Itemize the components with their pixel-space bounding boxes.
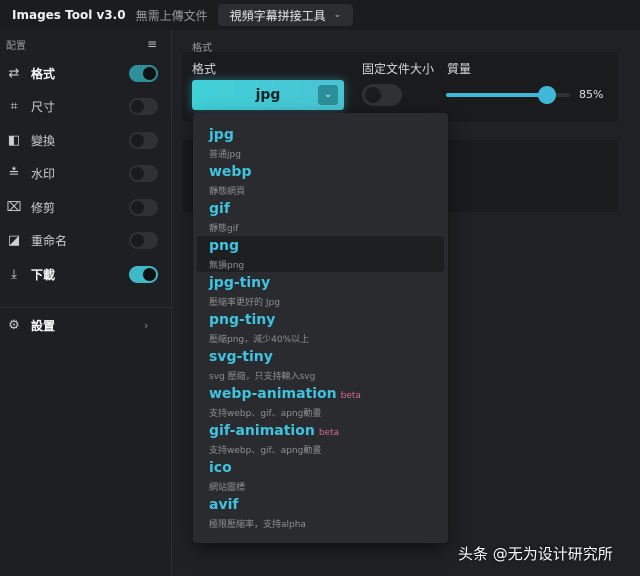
download-toggle[interactable]	[129, 265, 158, 283]
chevron-right-icon: ›	[144, 318, 149, 332]
sidebar-item-rename[interactable]: ◪ 重命名	[0, 225, 172, 255]
sidebar-item-transform[interactable]: ◧ 變換	[0, 125, 172, 155]
format-label: 格式	[192, 62, 217, 76]
option-description: 支持webp、gif、apng動畫	[209, 409, 322, 419]
option-name: webp-animation beta	[209, 386, 361, 402]
quality-value: 85%	[579, 88, 604, 101]
top-bar: Images Tool v3.0 無需上傳文件 視頻字幕拼接工具 ⌄	[0, 0, 640, 30]
format-option-jpg[interactable]: jpg 普通jpg	[197, 125, 444, 161]
option-description: 靜態網頁	[209, 187, 246, 197]
sidebar-item-label: 設置	[31, 318, 56, 333]
menu-icon[interactable]: ≡	[147, 37, 157, 51]
sidebar-item-label: 水印	[31, 166, 56, 181]
sidebar-item-download[interactable]: ⤓ 下載	[0, 259, 172, 289]
format-option-svg-tiny[interactable]: svg-tiny svg 壓縮，只支持輸入svg	[197, 347, 444, 383]
option-name: webp	[209, 164, 252, 180]
option-name: avif	[209, 497, 239, 513]
rename-toggle[interactable]	[129, 231, 158, 249]
fixed-size-label: 固定文件大小	[362, 62, 435, 76]
crop-icon: ⌧	[6, 199, 22, 215]
watermark: 头条 @无为设计研究所	[458, 545, 613, 563]
format-dropdown-menu: jpg 普通jpg webp 靜態網頁 gif 靜態gif png 無損png …	[193, 113, 448, 543]
beta-badge: beta	[340, 391, 361, 401]
sidebar-item-label: 重命名	[31, 233, 68, 248]
watermark-toggle[interactable]	[129, 164, 158, 182]
resize-icon: ⌗	[10, 98, 18, 114]
swap-icon: ⇄	[8, 65, 20, 81]
format-option-webp[interactable]: webp 靜態網頁	[197, 162, 444, 198]
sidebar-item-size[interactable]: ⌗ 尺寸	[0, 91, 172, 121]
beta-badge: beta	[318, 428, 340, 438]
watermark-icon: ≛	[8, 165, 20, 181]
sidebar-item-crop[interactable]: ⌧ 修剪	[0, 192, 172, 222]
option-name: jpg	[209, 127, 234, 143]
format-option-png[interactable]: png 無損png	[197, 236, 444, 272]
quality-slider-thumb[interactable]	[538, 86, 556, 104]
sidebar-item-format[interactable]: ⇄ 格式	[0, 58, 172, 88]
sidebar-item-label: 下載	[31, 267, 56, 282]
format-option-avif[interactable]: avif 極限壓縮率，支持alpha	[197, 495, 444, 531]
format-option-webp-animation[interactable]: webp-animation beta 支持webp、gif、apng動畫	[197, 384, 444, 420]
sidebar-item-watermark[interactable]: ≛ 水印	[0, 158, 172, 188]
option-name: svg-tiny	[209, 349, 273, 365]
option-name: png	[209, 238, 240, 254]
option-description: 無損png	[209, 261, 245, 271]
tool-dropdown[interactable]: 視頻字幕拼接工具 ⌄	[217, 4, 354, 26]
transform-icon: ◧	[7, 132, 21, 148]
sidebar-item-settings[interactable]: ⚙ 設置 ›	[0, 310, 172, 340]
rename-icon: ◪	[7, 232, 21, 248]
option-name: png-tiny	[209, 312, 276, 328]
size-toggle[interactable]	[129, 97, 158, 115]
sidebar-item-label: 格式	[31, 66, 56, 81]
sidebar-item-label: 尺寸	[31, 99, 56, 114]
app-title: Images Tool v3.0	[12, 8, 126, 22]
quality-label: 質量	[447, 62, 472, 76]
fixed-size-toggle[interactable]	[362, 84, 402, 106]
crop-toggle[interactable]	[129, 198, 158, 216]
sidebar-section-label: 配置	[6, 40, 26, 52]
option-description: 壓縮率更好的 Jpg	[209, 298, 280, 308]
sidebar-header: 配置 ≡	[0, 30, 171, 58]
sidebar-item-label: 變換	[31, 133, 56, 148]
option-name: gif-animation beta	[209, 423, 340, 439]
option-description: 靜態gif	[209, 224, 239, 234]
option-description: 壓縮png，減少40%以上	[209, 335, 310, 345]
format-option-gif[interactable]: gif 靜態gif	[197, 199, 444, 235]
chevron-down-icon: ⌄	[318, 85, 338, 105]
option-description: svg 壓縮，只支持輸入svg	[209, 372, 316, 382]
option-name: gif	[209, 201, 230, 217]
format-toggle[interactable]	[129, 64, 158, 82]
gear-icon: ⚙	[8, 317, 20, 333]
format-option-gif-animation[interactable]: gif-animation beta 支持webp、gif、apng動畫	[197, 421, 444, 457]
sidebar-divider	[0, 307, 172, 308]
format-option-jpg-tiny[interactable]: jpg-tiny 壓縮率更好的 Jpg	[197, 273, 444, 309]
format-select-value: jpg	[255, 87, 281, 103]
download-icon: ⤓	[11, 266, 17, 282]
format-select[interactable]: jpg ⌄	[192, 80, 344, 110]
sidebar: 配置 ≡ ⇄ 格式 ⌗ 尺寸 ◧ 變換 ≛ 水印 ⌧ 修剪 ◪ 重命名 ⤓ 下載…	[0, 30, 172, 576]
option-name: jpg-tiny	[209, 275, 271, 291]
app-subtitle: 無需上傳文件	[135, 8, 208, 23]
sidebar-item-label: 修剪	[31, 200, 56, 215]
option-description: 支持webp、gif、apng動畫	[209, 446, 322, 456]
format-option-png-tiny[interactable]: png-tiny 壓縮png，減少40%以上	[197, 310, 444, 346]
option-description: 極限壓縮率，支持alpha	[209, 520, 306, 530]
option-description: 普通jpg	[209, 150, 241, 160]
option-name: ico	[209, 460, 232, 476]
tool-dropdown-label: 視頻字幕拼接工具	[229, 8, 326, 23]
transform-toggle[interactable]	[129, 131, 158, 149]
quality-slider-fill	[446, 93, 552, 97]
chevron-down-icon: ⌄	[333, 10, 342, 20]
format-option-ico[interactable]: ico 網站圖標	[197, 458, 444, 494]
option-description: 網站圖標	[209, 483, 246, 493]
